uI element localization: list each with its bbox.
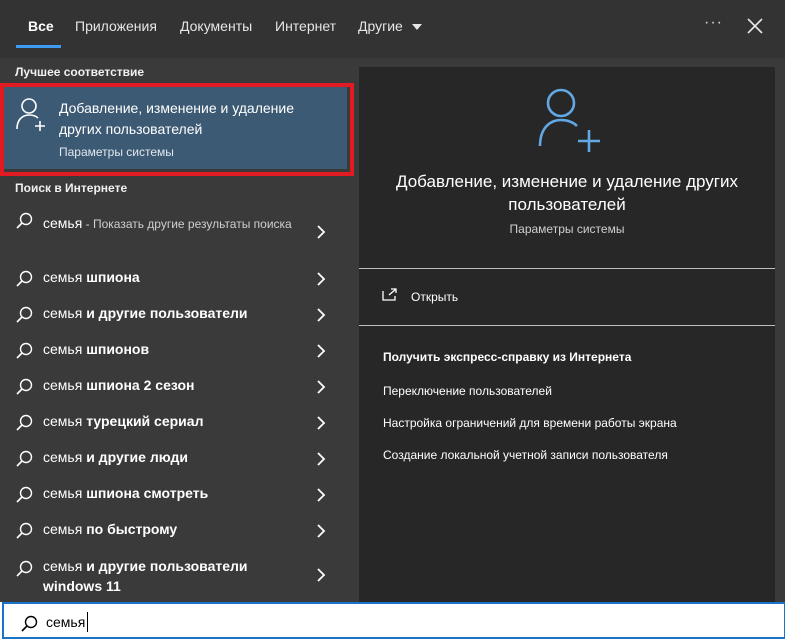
search-icon [16, 486, 33, 503]
chevron-right-icon [317, 524, 326, 538]
search-icon [21, 615, 38, 632]
web-search-item[interactable]: семья и другие люди [0, 440, 346, 476]
tab-documents[interactable]: Документы [180, 18, 252, 34]
tab-all[interactable]: Все [28, 18, 54, 34]
help-link[interactable]: Настройка ограничений для времени работы… [383, 416, 677, 430]
query-suggestion: турецкий сериал [86, 413, 204, 429]
query-suggestion: по быстрому [86, 521, 178, 537]
query-text: семья [43, 377, 87, 393]
web-search-label: семья шпиона смотреть [43, 485, 208, 501]
search-icon [16, 450, 33, 467]
chevron-right-icon [317, 452, 326, 466]
tab-other[interactable]: Другие [358, 18, 423, 34]
search-icon [16, 414, 33, 431]
query-text: семья [43, 485, 87, 501]
query-suggestion: и другие пользователи [86, 558, 248, 574]
chevron-right-icon [317, 568, 326, 582]
web-search-item[interactable]: семья шпиона [0, 260, 346, 296]
close-icon[interactable] [746, 17, 764, 35]
help-link[interactable]: Создание локальной учетной записи пользо… [383, 448, 668, 462]
chevron-right-icon [317, 344, 326, 358]
divider [359, 268, 775, 269]
query-text: семья [43, 413, 87, 429]
web-search-label: семья и другие пользователи [43, 305, 248, 321]
best-match-title: Добавление, изменение и удаление других … [59, 100, 294, 137]
web-search-label: семья по быстрому [43, 521, 177, 537]
tab-internet[interactable]: Интернет [275, 18, 336, 34]
query-text: семья [43, 215, 83, 231]
web-search-item[interactable]: семья шпиона 2 сезон [0, 368, 346, 404]
query-text: семья [43, 449, 87, 465]
chevron-right-icon [317, 225, 326, 239]
web-search-heading: Поиск в Интернете [15, 181, 128, 195]
query-text: семья [43, 521, 87, 537]
help-link[interactable]: Переключение пользователей [383, 384, 552, 398]
add-user-icon [538, 88, 600, 152]
web-search-item[interactable]: семья и другие пользователи [0, 296, 346, 332]
chevron-right-icon [317, 380, 326, 394]
background-window-edge [785, 0, 791, 643]
search-icon [16, 212, 33, 229]
query-text: семья [43, 269, 87, 285]
chevron-right-icon [317, 416, 326, 430]
query-suggestion: шпионов [86, 341, 150, 357]
tab-other-label: Другие [358, 18, 403, 34]
search-box[interactable]: семья [2, 602, 786, 639]
query-suggestion: шпиона 2 сезон [86, 377, 195, 393]
search-input[interactable]: семья [46, 614, 85, 630]
more-results-note: - Показать другие результаты поиска [82, 217, 292, 231]
search-icon [16, 522, 33, 539]
help-heading: Получить экспресс-справку из Интернета [383, 350, 632, 364]
best-match-heading: Лучшее соответствие [15, 65, 145, 79]
open-label: Открыть [411, 290, 459, 304]
add-user-icon [16, 98, 45, 131]
web-search-item[interactable]: семья и другие пользователи windows 11 [0, 556, 346, 600]
open-icon [382, 288, 397, 301]
query-suggestion: и другие люди [86, 449, 188, 465]
search-icon [16, 560, 33, 577]
query-text: семья [43, 341, 87, 357]
web-search-item[interactable]: семья по быстрому [0, 512, 346, 548]
text-caret [87, 612, 88, 632]
more-options-icon[interactable]: ··· [704, 14, 723, 32]
search-icon [16, 378, 33, 395]
web-search-label: семья шпиона [43, 269, 140, 285]
tab-apps[interactable]: Приложения [75, 18, 157, 34]
search-icon [16, 306, 33, 323]
divider [359, 325, 775, 326]
query-suggestion: шпиона [86, 269, 140, 285]
detail-subtitle: Параметры системы [509, 222, 625, 236]
web-search-item[interactable]: семья - Показать другие результаты поиск… [0, 205, 346, 253]
detail-title: Добавление, изменение и удаление других … [396, 172, 738, 214]
web-search-item[interactable]: семья турецкий сериал [0, 404, 346, 440]
web-search-item[interactable]: семья шпионов [0, 332, 346, 368]
chevron-right-icon [317, 308, 326, 322]
search-icon [16, 342, 33, 359]
web-search-label: семья шпиона 2 сезон [43, 377, 194, 393]
query-suggestion: и другие пользователи [86, 305, 248, 321]
web-search-item[interactable]: семья шпиона смотреть [0, 476, 346, 512]
query-text: семья [43, 558, 87, 574]
query-suggestion: windows 11 [43, 578, 121, 594]
web-search-label: семья турецкий сериал [43, 413, 203, 429]
chevron-right-icon [317, 488, 326, 502]
web-search-label: семья шпионов [43, 341, 149, 357]
chevron-right-icon [317, 272, 326, 286]
query-suggestion: шпиона смотреть [86, 485, 209, 501]
search-icon [16, 270, 33, 287]
best-match-subtitle: Параметры системы [59, 145, 174, 159]
chevron-down-icon [411, 24, 422, 31]
web-search-label: семья и другие люди [43, 449, 188, 465]
active-tab-indicator [16, 45, 61, 48]
query-text: семья [43, 305, 87, 321]
